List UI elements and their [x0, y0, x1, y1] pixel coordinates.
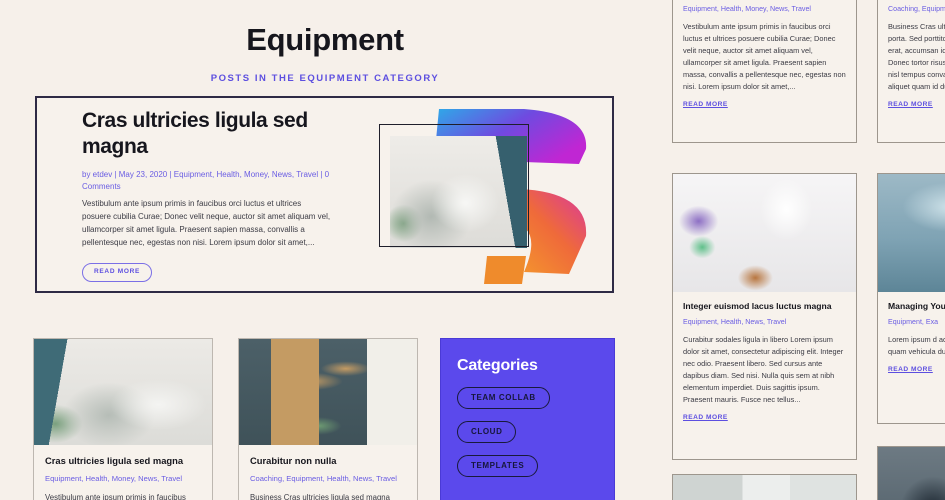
post-card-title[interactable]: Cras ultricies ligula sed magna [45, 455, 201, 467]
post-card-title[interactable]: Managing Your [888, 301, 945, 312]
post-card-categories[interactable]: Equipment, Health, Money, News, Travel [683, 5, 846, 15]
post-card-image [673, 475, 856, 500]
post-card[interactable]: Integer euismod lacus luctus magna Equip… [672, 173, 857, 460]
featured-image-frame [379, 124, 529, 247]
post-card-excerpt: Vestibulum ante ipsum primis in faucibus… [683, 21, 846, 91]
page-root: Equipment POSTS IN THE EQUIPMENT CATEGOR… [0, 0, 945, 500]
featured-post-title[interactable]: Cras ultricies ligula sed magna [82, 108, 332, 159]
post-card-categories[interactable]: Coaching, Equipment, Health, News, Trave… [888, 5, 945, 15]
main-content-column: Equipment POSTS IN THE EQUIPMENT CATEGOR… [0, 0, 650, 500]
categories-widget: Categories TEAM COLLAB CLOUD TEMPLATES [440, 338, 615, 500]
post-card-image [878, 447, 945, 500]
featured-decorative-artwork [374, 104, 604, 289]
post-card-image [239, 339, 417, 445]
post-card[interactable] [877, 446, 945, 500]
right-posts-columns: Cras ultricies ligula sed magna Equipmen… [655, 0, 945, 500]
post-card[interactable]: Cras ultricies ligula sed magna Equipmen… [33, 338, 213, 500]
featured-post-meta[interactable]: by etdev | May 23, 2020 | Equipment, Hea… [82, 169, 332, 193]
categories-widget-title: Categories [457, 357, 538, 374]
post-card-categories[interactable]: Equipment, Health, News, Travel [683, 318, 846, 328]
post-card-read-more-link[interactable]: READ MORE [888, 101, 933, 108]
post-card-read-more-link[interactable]: READ MORE [888, 366, 933, 373]
post-card-excerpt: Business Cras ultricies ligula sed magna [250, 493, 390, 500]
post-card[interactable]: Curabitur non nulla Coaching, Equipment,… [877, 0, 945, 143]
category-pill-team-collab[interactable]: TEAM COLLAB [457, 387, 550, 409]
page-subtitle: POSTS IN THE EQUIPMENT CATEGORY [210, 73, 440, 84]
post-card-title[interactable]: Curabitur non nulla [250, 455, 406, 467]
category-pill-templates[interactable]: TEMPLATES [457, 455, 539, 477]
featured-read-more-button[interactable]: READ MORE [82, 263, 153, 282]
post-card-read-more-link[interactable]: READ MORE [683, 414, 728, 421]
post-card-categories[interactable]: Coaching, Equipment, Health, News, Trave… [250, 474, 406, 484]
post-card-excerpt: Business Cras ultricies ligula sed magna… [888, 21, 945, 91]
featured-post-card[interactable]: Cras ultricies ligula sed magna by etdev… [35, 96, 614, 293]
featured-post-text: Cras ultricies ligula sed magna by etdev… [82, 108, 332, 282]
post-card-image [34, 339, 212, 445]
post-card-image [878, 174, 945, 292]
post-card-excerpt: Vestibulum ante ipsum primis in faucibus [45, 493, 186, 500]
featured-post-excerpt: Vestibulum ante ipsum primis in faucibus… [82, 199, 331, 248]
post-card[interactable]: Curabitur non nulla Coaching, Equipment,… [238, 338, 418, 500]
post-card-categories[interactable]: Equipment, Exa [888, 318, 945, 328]
post-card-image [673, 174, 856, 292]
category-pill-cloud[interactable]: CLOUD [457, 421, 517, 443]
post-card-categories[interactable]: Equipment, Health, Money, News, Travel [45, 474, 201, 484]
post-card-read-more-link[interactable]: READ MORE [683, 101, 728, 108]
post-card[interactable] [672, 474, 857, 500]
post-card-excerpt: Curabitur sodales ligula in libero Lorem… [683, 334, 844, 404]
post-card-excerpt: Lorem ipsum d adipiscing elit. tincidunt… [888, 334, 945, 356]
page-title: Equipment [246, 22, 404, 57]
post-card[interactable]: Cras ultricies ligula sed magna Equipmen… [672, 0, 857, 143]
post-card-title[interactable]: Integer euismod lacus luctus magna [683, 301, 846, 312]
post-card[interactable]: Managing Your Equipment, Exa Lorem ipsum… [877, 173, 945, 424]
